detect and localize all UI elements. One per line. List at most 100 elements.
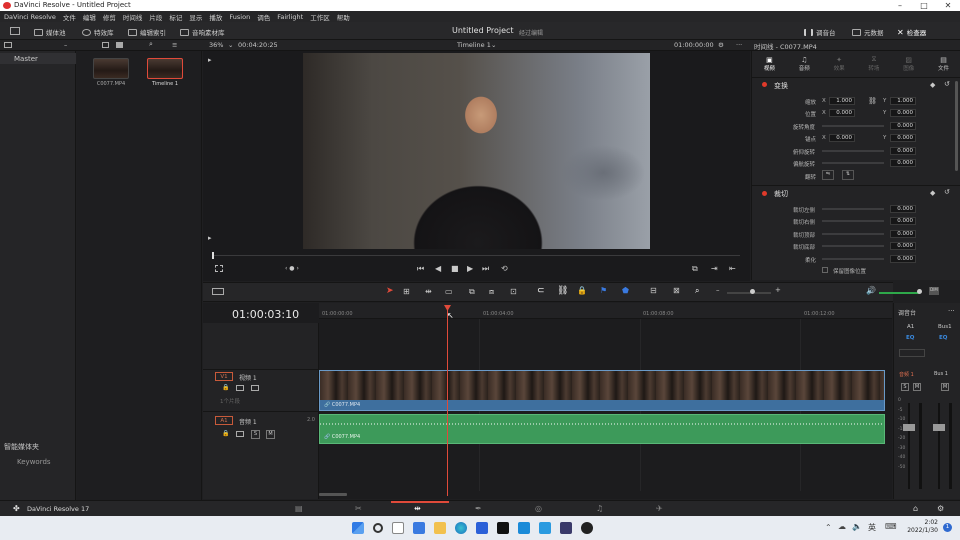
page-deliver-icon[interactable]: ✈ [656, 504, 663, 513]
play-icon[interactable]: ▶ [467, 264, 473, 273]
transform-section-title[interactable]: 变换 [774, 81, 788, 91]
transform-enable-icon[interactable] [762, 82, 767, 87]
crop-right-field[interactable]: 0.000 [890, 217, 916, 225]
network-icon[interactable]: ☁ [838, 522, 846, 531]
video-clip[interactable]: 🔗 C0077.MP4 [319, 370, 885, 411]
next-frame-icon[interactable]: ▸ [208, 234, 212, 242]
position-lock-icon[interactable]: 🔒 [577, 286, 587, 295]
capcut-icon[interactable] [497, 522, 509, 534]
timeline-scrollbar[interactable] [319, 493, 347, 496]
phone-link-icon[interactable] [518, 522, 530, 534]
jog-icon[interactable]: ‹ ● › [285, 265, 299, 272]
pitch-field[interactable]: 0.000 [890, 147, 916, 155]
track-tag[interactable]: A1 [215, 416, 233, 425]
scrubber-bar[interactable] [213, 255, 740, 256]
play-reverse-icon[interactable]: ◀ [435, 264, 441, 273]
edit-index-button[interactable]: 编辑索引 [128, 27, 166, 37]
crop-top-slider[interactable] [822, 233, 884, 235]
mark-out-icon[interactable]: ⇤ [729, 264, 736, 273]
stop-icon[interactable]: ■ [451, 264, 459, 273]
effects-button[interactable]: 特效库 [82, 27, 114, 37]
lock-icon[interactable]: 🔒 [222, 430, 229, 437]
smart-bin-keywords[interactable]: Keywords [17, 458, 51, 466]
track-tag[interactable]: V1 [215, 372, 233, 381]
softness-slider[interactable] [822, 258, 884, 260]
volume-icon[interactable]: 🔊 [866, 286, 876, 295]
tab-video[interactable]: ▣ 视频 [764, 56, 775, 72]
flip-vertical-icon[interactable]: ⇅ [842, 170, 854, 180]
fader-handle[interactable] [903, 424, 915, 431]
page-fusion-icon[interactable]: ✒ [475, 504, 482, 513]
trim-tool-icon[interactable]: ⊞ [403, 287, 410, 296]
zoom-slider-handle[interactable] [750, 289, 755, 294]
anchor-y-field[interactable]: 0.000 [890, 134, 916, 142]
crop-top-field[interactable]: 0.000 [890, 230, 916, 238]
file-explorer-icon[interactable] [434, 522, 446, 534]
match-frame-icon[interactable]: ⧉ [692, 264, 698, 274]
sound-library-button[interactable]: 音响素材库 [180, 27, 225, 37]
timeline-area[interactable]: 01:00:00:00 01:00:04:00 01:00:08:00 01:0… [319, 303, 892, 499]
menu-view[interactable]: 显示 [189, 12, 202, 22]
overwrite-clip-icon[interactable]: ⧈ [489, 287, 494, 297]
menu-workspace[interactable]: 工作区 [310, 12, 330, 22]
zoom-y-field[interactable]: 1.000 [890, 97, 916, 105]
transform-icon[interactable] [215, 265, 223, 272]
fader-track[interactable] [938, 403, 940, 489]
track-name[interactable]: 音频 1 [239, 417, 257, 426]
menu-edit[interactable]: 编辑 [83, 12, 96, 22]
auto-select-icon[interactable] [236, 385, 244, 391]
mute-button[interactable]: M [266, 430, 275, 439]
ime-icon[interactable]: ⌨ [885, 522, 897, 531]
layout-icon[interactable] [10, 27, 20, 35]
input-language[interactable]: 英 [868, 522, 876, 533]
chevron-down-icon[interactable]: ⌄ [228, 41, 233, 49]
tab-audio[interactable]: ♫ 音频 [799, 56, 810, 72]
track-name[interactable]: 视频 1 [239, 373, 257, 382]
inspector-scrollbar[interactable] [955, 81, 958, 171]
speaker-icon[interactable]: 🔈 [852, 522, 862, 531]
scrubber-handle[interactable] [212, 252, 214, 259]
mixer-button[interactable]: 调音台 [804, 27, 836, 37]
selection-tool-icon[interactable]: ➤ [386, 286, 394, 296]
close-icon[interactable]: ✕ [936, 0, 960, 11]
sort-icon[interactable]: ≡ [172, 41, 177, 49]
position-y-field[interactable]: 0.000 [890, 109, 916, 117]
search-icon[interactable]: ⌕ [149, 40, 153, 49]
yaw-field[interactable]: 0.000 [890, 159, 916, 167]
video-frame[interactable] [303, 53, 650, 249]
page-edit-icon[interactable]: ⇹ [414, 504, 421, 513]
go-to-start-icon[interactable]: ⏮ [417, 264, 424, 274]
zoom-custom-icon[interactable]: ⌕ [695, 286, 699, 296]
inspector-button[interactable]: ✕ 检查器 [897, 27, 926, 38]
list-view-icon[interactable] [102, 42, 109, 48]
tab-transition[interactable]: ⧖ 转场 [868, 55, 879, 72]
photos-icon[interactable] [539, 522, 551, 534]
crop-bottom-slider[interactable] [822, 245, 884, 247]
crop-left-slider[interactable] [822, 208, 884, 210]
menu-trim[interactable]: 修剪 [103, 12, 116, 22]
zoom-slider[interactable] [727, 292, 771, 294]
prev-frame-icon[interactable]: ▸ [208, 56, 212, 64]
linked-selection-icon[interactable]: ⛓ [557, 286, 568, 296]
timeline-view-icon[interactable] [212, 288, 224, 295]
menu-file[interactable]: 文件 [63, 12, 76, 22]
davinci-taskbar-icon[interactable] [581, 522, 593, 534]
timeline-selector[interactable]: Timeline 1 [457, 41, 491, 49]
keyframe-icon[interactable]: ◆ [930, 189, 935, 197]
reset-icon[interactable]: ↺ [944, 80, 950, 88]
mute-button[interactable]: M [941, 383, 949, 391]
solo-button[interactable]: S [901, 383, 909, 391]
settings-icon[interactable]: ⚙ [937, 504, 944, 513]
loop-icon[interactable]: ⟲ [501, 264, 508, 273]
menu-color[interactable]: 调色 [257, 12, 270, 22]
tray-chevron-icon[interactable]: ⌃ [825, 523, 832, 532]
minus-icon[interactable]: – [64, 41, 67, 49]
mark-in-icon[interactable]: ⇥ [711, 264, 718, 273]
more-icon[interactable]: ··· [736, 41, 742, 49]
softness-field[interactable]: 0.000 [890, 255, 916, 263]
crop-bottom-field[interactable]: 0.000 [890, 242, 916, 250]
flag-icon[interactable]: ⚑ [600, 286, 607, 295]
eq-bus1[interactable]: EQ [939, 335, 947, 341]
panel-toggle-icon[interactable] [4, 42, 12, 48]
menu-help[interactable]: 帮助 [337, 12, 350, 22]
